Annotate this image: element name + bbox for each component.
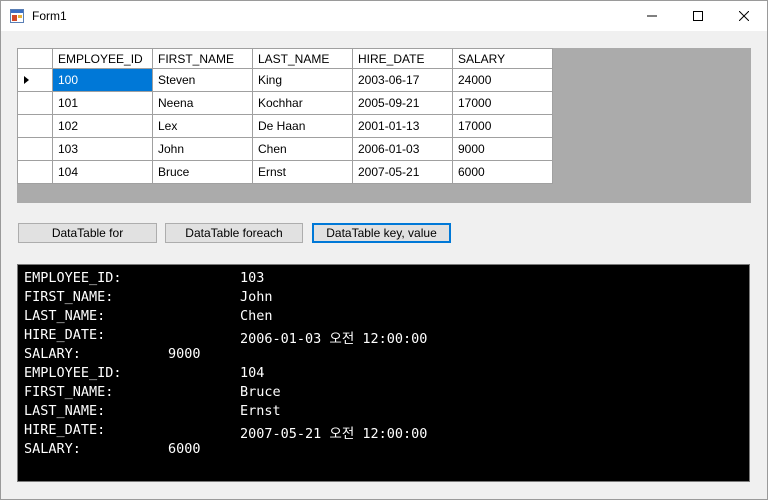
grid-cell[interactable]: De Haan <box>252 114 353 138</box>
datatable-for-button[interactable]: DataTable for <box>18 223 157 243</box>
output-value: 2006-01-03 오전 12:00:00 <box>240 331 428 347</box>
output-line: LAST_NAME: Ernst <box>24 403 281 422</box>
output-line: FIRST_NAME: John <box>24 289 273 308</box>
row-header[interactable] <box>17 114 53 138</box>
output-line: LAST_NAME: Chen <box>24 308 273 327</box>
output-line: HIRE_DATE: 2006-01-03 오전 12:00:00 <box>24 327 427 347</box>
output-value: 103 <box>240 270 265 286</box>
grid-cell[interactable]: 2003-06-17 <box>352 68 453 92</box>
form-window: Form1 EMPLOYEE_ID FIRST_NAME LAST_NAME H… <box>0 0 768 500</box>
grid-corner-header[interactable] <box>17 48 53 69</box>
grid-cell[interactable]: 2007-05-21 <box>352 160 453 184</box>
grid-cell[interactable]: 103 <box>52 137 153 161</box>
grid-cell[interactable]: 2001-01-13 <box>352 114 453 138</box>
grid-cell[interactable]: 17000 <box>452 91 553 115</box>
grid-cell[interactable]: Steven <box>152 68 253 92</box>
output-value: 104 <box>240 365 265 381</box>
maximize-button[interactable] <box>675 1 721 31</box>
datatable-key-value-button[interactable]: DataTable key, value <box>312 223 451 243</box>
datatable-foreach-button[interactable]: DataTable foreach <box>165 223 303 243</box>
output-key: FIRST_NAME: <box>24 384 114 400</box>
minimize-button[interactable] <box>629 1 675 31</box>
output-key: HIRE_DATE: <box>24 327 106 343</box>
grid-cell[interactable]: 2006-01-03 <box>352 137 453 161</box>
window-title: Form1 <box>32 9 67 23</box>
output-value: Chen <box>240 308 273 324</box>
close-icon <box>739 11 749 21</box>
output-key: EMPLOYEE_ID: <box>24 365 122 381</box>
output-value: 9000 <box>168 346 201 362</box>
row-header[interactable] <box>17 160 53 184</box>
output-key: FIRST_NAME: <box>24 289 114 305</box>
title-bar[interactable]: Form1 <box>1 1 767 31</box>
minimize-icon <box>647 15 657 17</box>
grid-cell[interactable]: 24000 <box>452 68 553 92</box>
grid-cell[interactable]: 9000 <box>452 137 553 161</box>
output-textbox[interactable]: EMPLOYEE_ID: 103 FIRST_NAME: John LAST_NAM… <box>17 264 750 482</box>
grid-cell[interactable]: 100 <box>52 68 153 92</box>
grid-cell[interactable]: John <box>152 137 253 161</box>
output-value: 6000 <box>168 441 201 457</box>
current-row-arrow-icon <box>24 76 29 84</box>
form-icon <box>10 9 24 23</box>
grid-cell[interactable]: 101 <box>52 91 153 115</box>
column-header-first-name[interactable]: FIRST_NAME <box>152 48 253 69</box>
row-header[interactable] <box>17 68 53 92</box>
table-row[interactable]: 102 Lex De Haan 2001-01-13 17000 <box>17 114 553 138</box>
output-value: Ernst <box>240 403 281 419</box>
table-row[interactable]: 104 Bruce Ernst 2007-05-21 6000 <box>17 160 553 184</box>
column-header-salary[interactable]: SALARY <box>452 48 553 69</box>
grid-cell[interactable]: Ernst <box>252 160 353 184</box>
output-key: LAST_NAME: <box>24 308 106 324</box>
table-row[interactable]: 103 John Chen 2006-01-03 9000 <box>17 137 553 161</box>
output-value: Bruce <box>240 384 281 400</box>
grid-cell[interactable]: Neena <box>152 91 253 115</box>
column-header-hire-date[interactable]: HIRE_DATE <box>352 48 453 69</box>
output-key: EMPLOYEE_ID: <box>24 270 122 286</box>
output-line: SALARY: 9000 <box>24 346 201 365</box>
grid-cell[interactable]: 2005-09-21 <box>352 91 453 115</box>
grid-cell[interactable]: Lex <box>152 114 253 138</box>
table-row[interactable]: 100 Steven King 2003-06-17 24000 <box>17 68 553 92</box>
column-header-employee-id[interactable]: EMPLOYEE_ID <box>52 48 153 69</box>
output-key: LAST_NAME: <box>24 403 106 419</box>
output-line: EMPLOYEE_ID: 104 <box>24 365 264 384</box>
output-line: EMPLOYEE_ID: 103 <box>24 270 264 289</box>
grid-cell[interactable]: King <box>252 68 353 92</box>
grid-cell[interactable]: 17000 <box>452 114 553 138</box>
grid-cell[interactable]: Kochhar <box>252 91 353 115</box>
output-key: SALARY: <box>24 441 81 457</box>
data-grid-view[interactable]: EMPLOYEE_ID FIRST_NAME LAST_NAME HIRE_DA… <box>17 48 751 203</box>
grid-cell[interactable]: Bruce <box>152 160 253 184</box>
data-grid-table: EMPLOYEE_ID FIRST_NAME LAST_NAME HIRE_DA… <box>17 48 553 184</box>
table-row[interactable]: 101 Neena Kochhar 2005-09-21 17000 <box>17 91 553 115</box>
grid-cell[interactable]: Chen <box>252 137 353 161</box>
output-key: HIRE_DATE: <box>24 422 106 438</box>
grid-cell[interactable]: 6000 <box>452 160 553 184</box>
grid-cell[interactable]: 104 <box>52 160 153 184</box>
close-button[interactable] <box>721 1 767 31</box>
output-key: SALARY: <box>24 346 81 362</box>
grid-cell[interactable]: 102 <box>52 114 153 138</box>
maximize-icon <box>693 11 703 21</box>
grid-header-row: EMPLOYEE_ID FIRST_NAME LAST_NAME HIRE_DA… <box>17 48 553 69</box>
row-header[interactable] <box>17 91 53 115</box>
output-line: SALARY: 6000 <box>24 441 201 460</box>
output-line: FIRST_NAME: Bruce <box>24 384 281 403</box>
output-line: HIRE_DATE: 2007-05-21 오전 12:00:00 <box>24 422 427 442</box>
output-value: 2007-05-21 오전 12:00:00 <box>240 426 428 442</box>
row-header[interactable] <box>17 137 53 161</box>
column-header-last-name[interactable]: LAST_NAME <box>252 48 353 69</box>
output-value: John <box>240 289 273 305</box>
